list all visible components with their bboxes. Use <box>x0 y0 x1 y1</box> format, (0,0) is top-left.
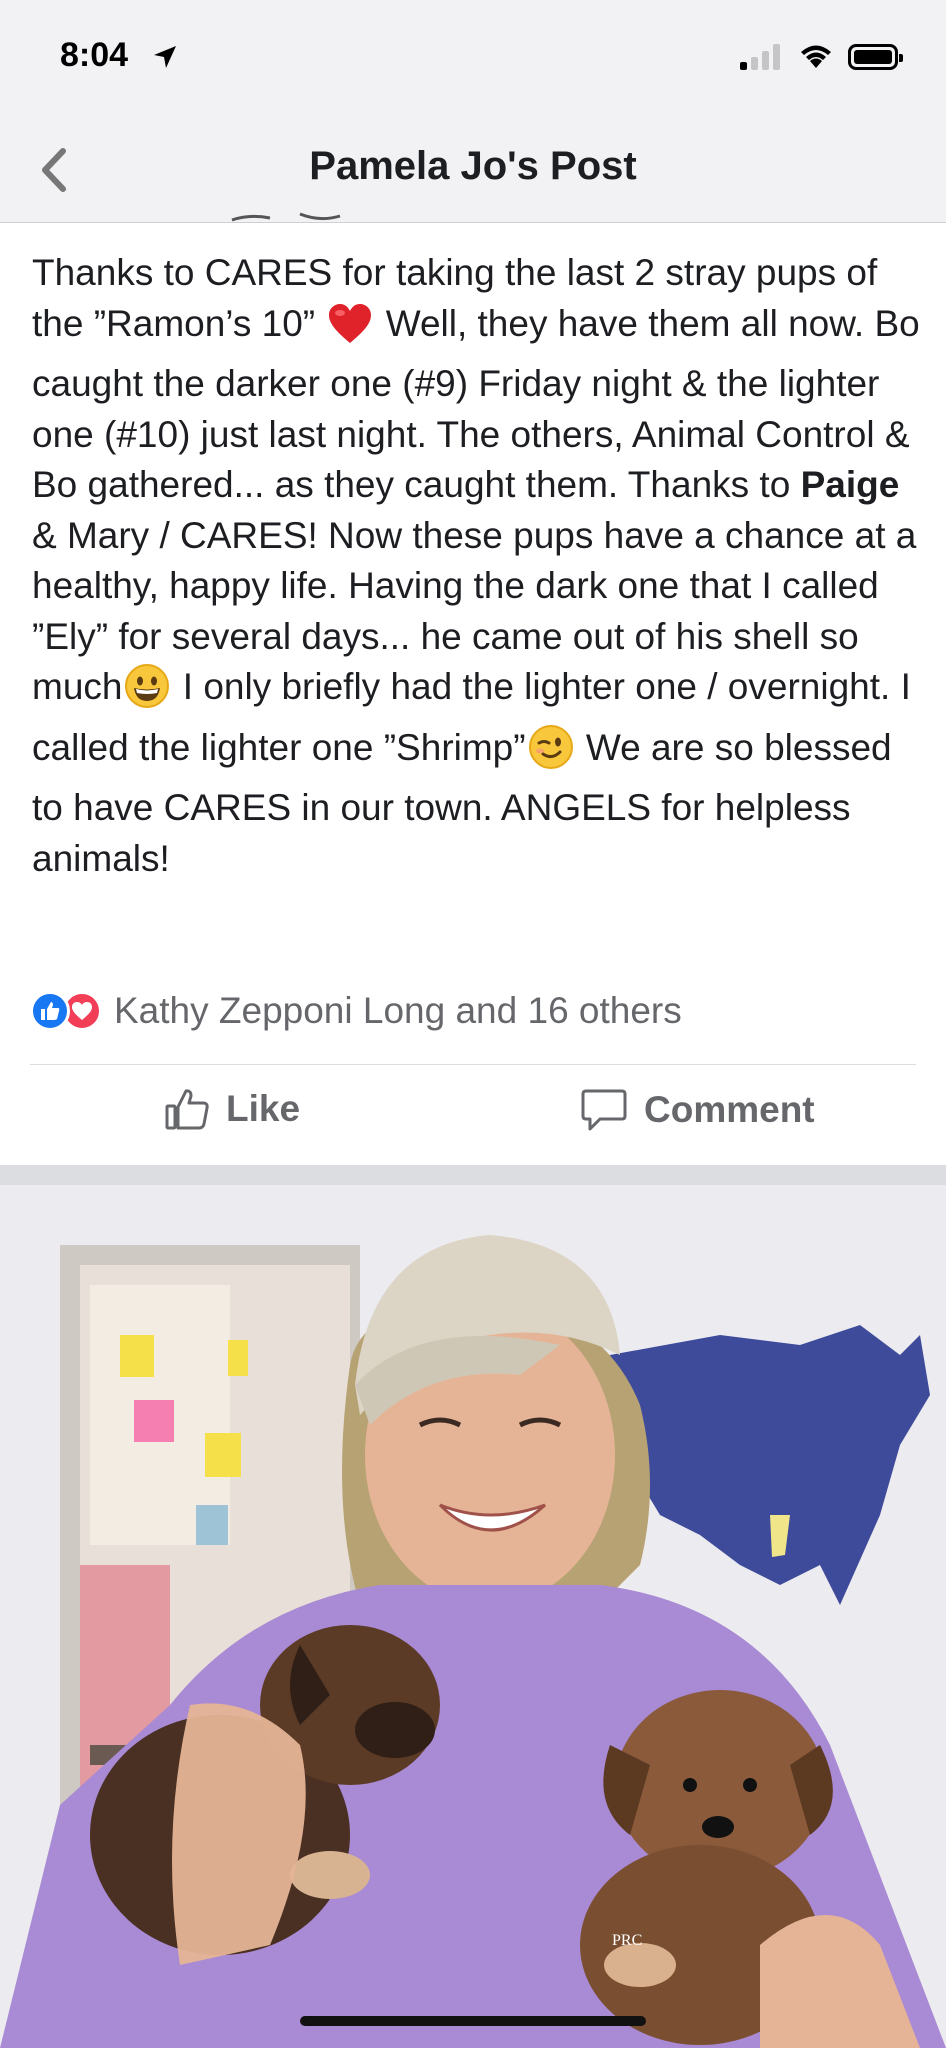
location-arrow-icon <box>154 46 176 68</box>
page-title: Pamela Jo's Post <box>309 144 637 188</box>
thumbs-up-icon <box>165 1089 209 1130</box>
red-heart-icon <box>327 302 373 360</box>
like-reaction-icon <box>30 991 70 1031</box>
tagged-name-paige[interactable]: Paige <box>801 464 900 505</box>
comment-label: Comment <box>644 1089 815 1130</box>
like-label: Like <box>226 1088 301 1129</box>
comment-button[interactable]: Comment <box>580 1087 815 1133</box>
status-time: 8:04 <box>60 36 129 74</box>
section-separator <box>0 1165 946 1185</box>
winking-face-icon <box>528 724 574 784</box>
shirt-text: PRC <box>612 1932 642 1949</box>
battery-icon <box>848 44 903 70</box>
wifi-icon <box>801 45 831 68</box>
post-actions: Like Comment <box>0 1065 946 1165</box>
nav-bar: Pamela Jo's Post <box>0 118 946 223</box>
reactions-count-text[interactable]: Kathy Zepponi Long and 16 others <box>114 990 682 1032</box>
post-body: Thanks to CARES for taking the last 2 st… <box>32 248 922 884</box>
home-indicator[interactable] <box>300 2016 646 2026</box>
photo-woman-with-two-puppies: PRC <box>0 1185 946 2048</box>
cellular-signal-icon <box>740 44 786 70</box>
scrolled-content-remnant <box>231 212 341 222</box>
reactions-summary[interactable]: Kathy Zepponi Long and 16 others <box>30 986 682 1036</box>
status-bar: 8:04 <box>0 0 946 118</box>
grinning-face-icon <box>124 663 170 723</box>
comment-icon <box>581 1089 627 1131</box>
like-button[interactable]: Like <box>164 1087 300 1131</box>
post-photo[interactable]: PRC <box>0 1185 946 2048</box>
